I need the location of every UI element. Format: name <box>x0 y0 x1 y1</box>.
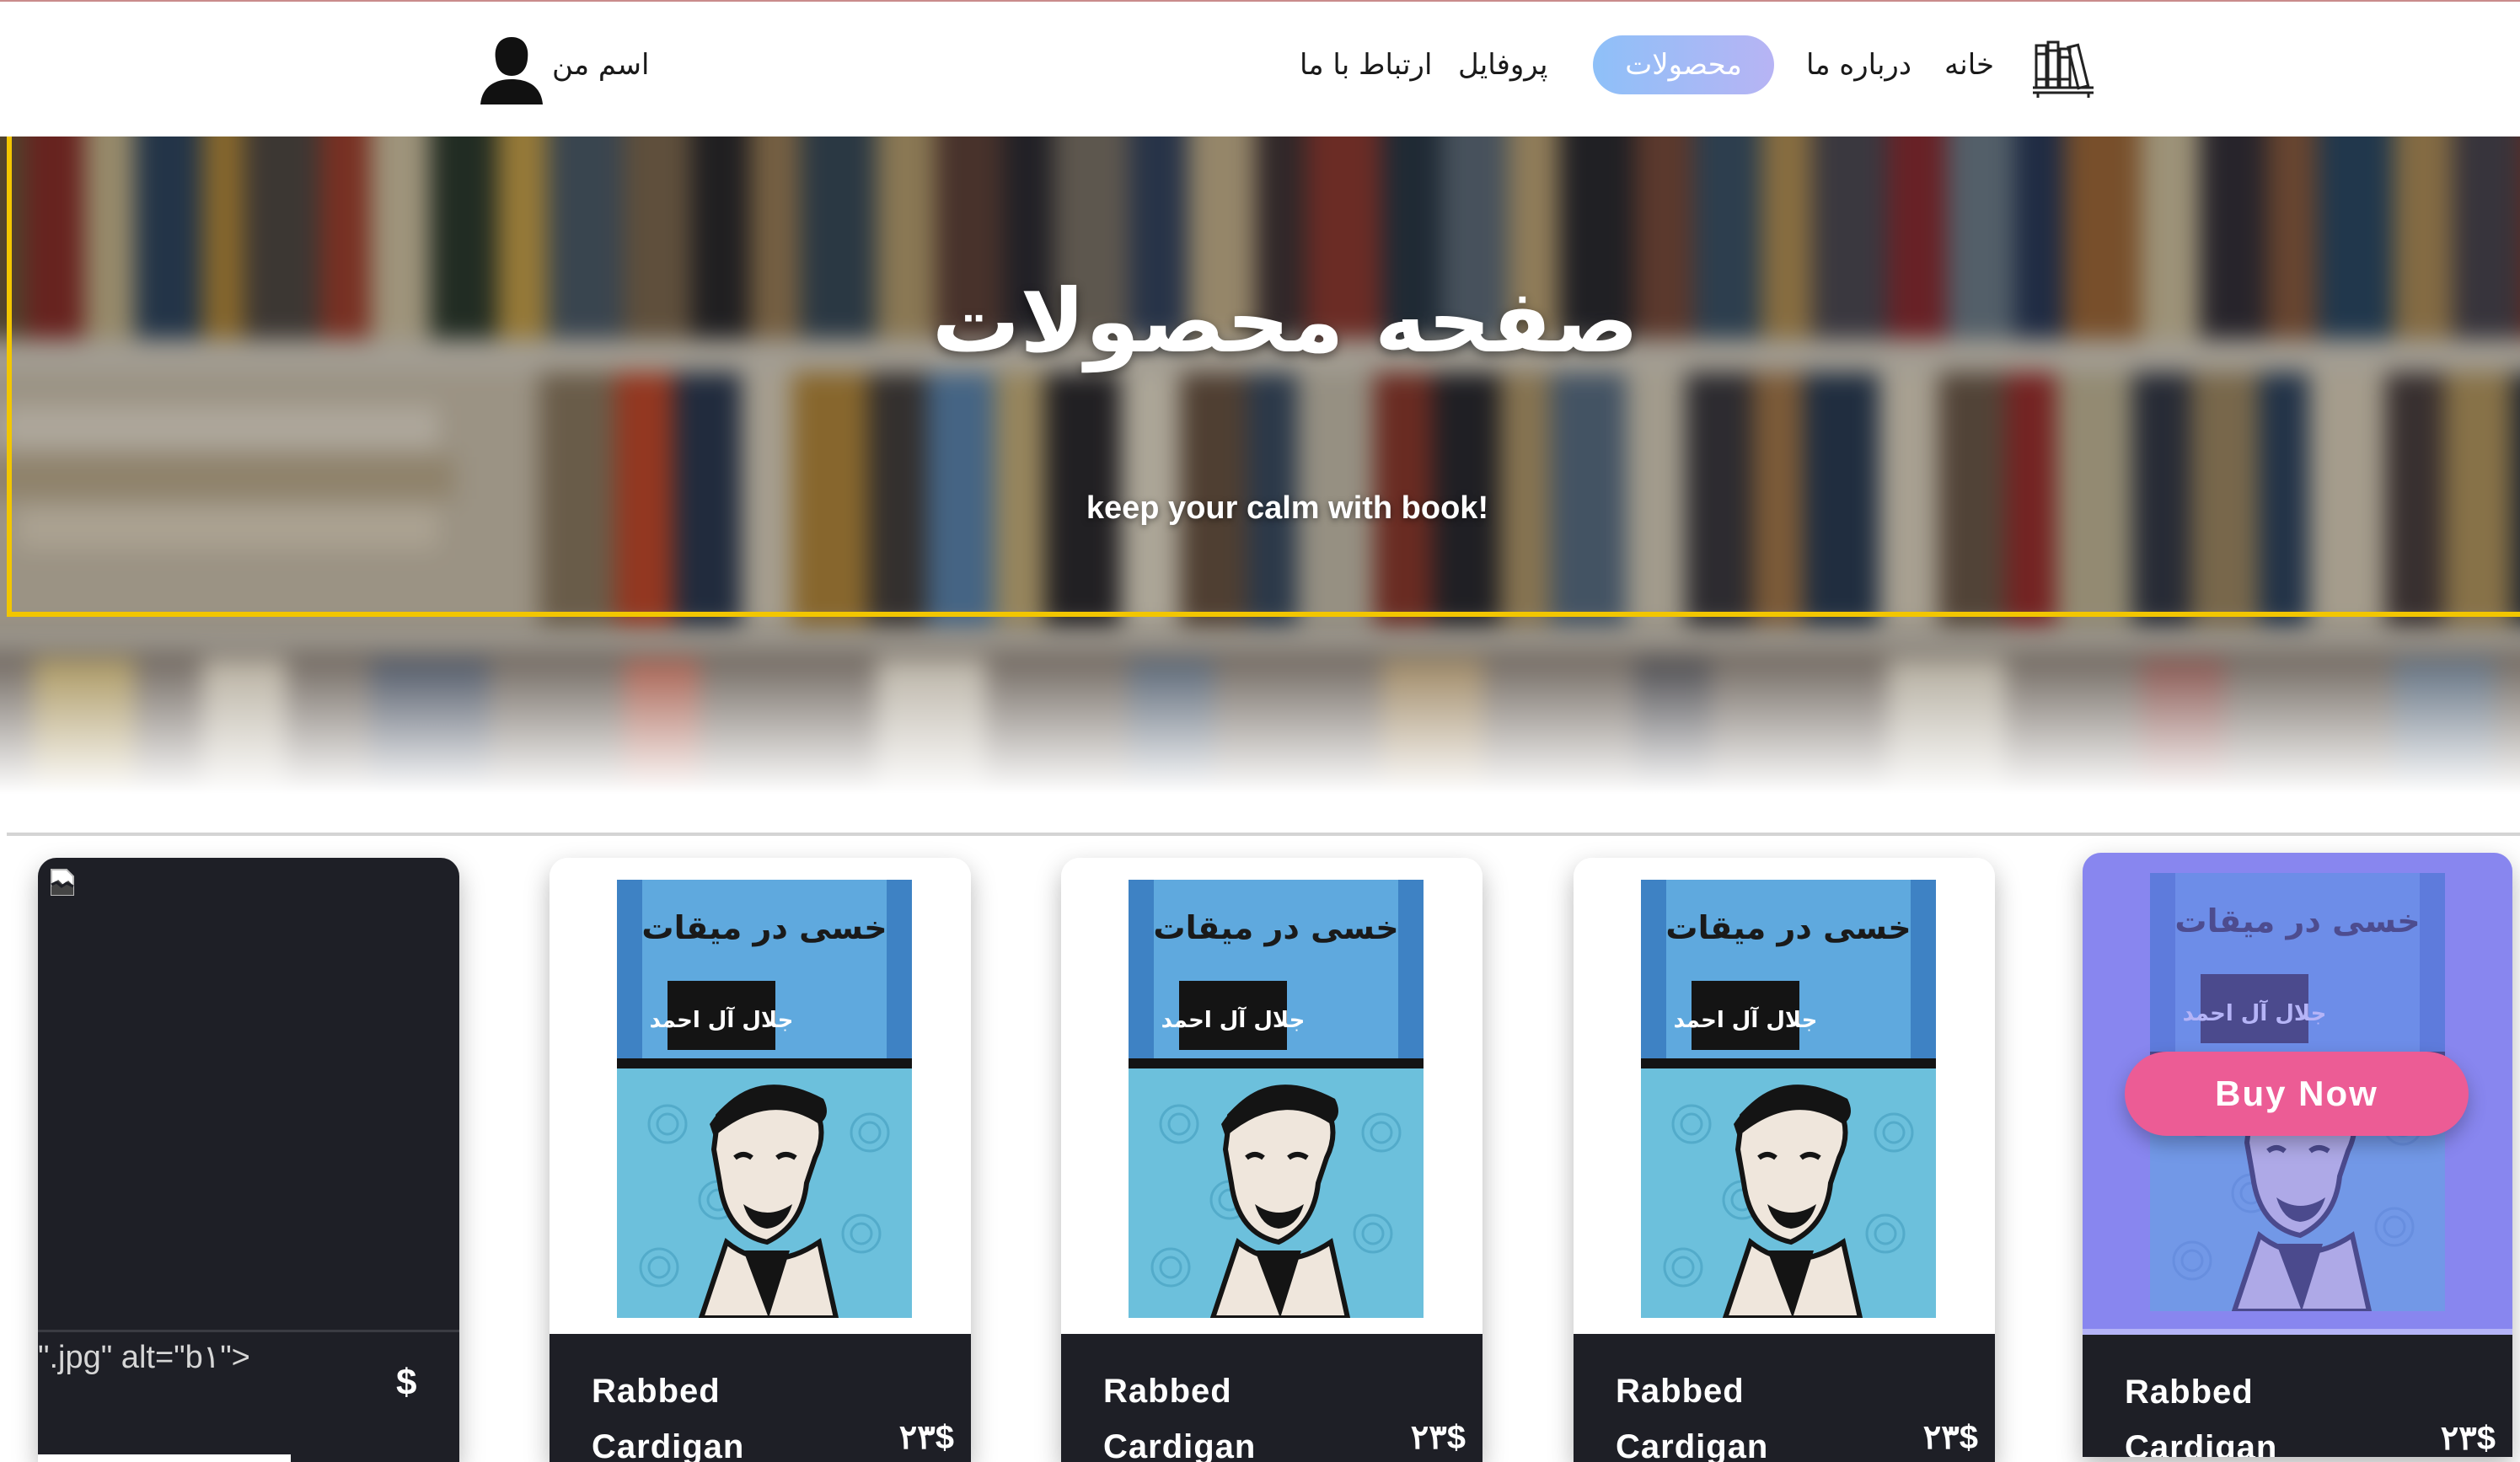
product-name: Rabbed Cardigan <box>2125 1374 2278 1457</box>
book-cover-author: جلال آل احمد <box>1161 1006 1306 1033</box>
product-image-area: خسی در میقات جلال آل احمد <box>550 858 971 1334</box>
section-divider <box>7 833 2520 836</box>
product-info: Rabbed Cardigan ٢٣$ <box>1574 1334 1995 1462</box>
page-title: صفحه محصولات <box>931 270 1639 372</box>
product-image-area: خسی در میقات جلال آل احمد <box>1574 858 1995 1334</box>
nav-products-link[interactable]: محصولات <box>1593 35 1774 94</box>
card-separator <box>38 1330 459 1332</box>
card-bottom-bar <box>38 1454 291 1462</box>
nav-home-link[interactable]: خانه <box>1944 40 1994 90</box>
product-info: Rabbed Cardigan ٢٣$ <box>1061 1334 1483 1462</box>
buy-now-button[interactable]: Buy Now <box>2125 1052 2469 1136</box>
book-cover-title: خسی در میقات <box>1665 909 1911 946</box>
product-card[interactable]: خسی در میقات جلال آل احمد Rabbed Cardiga… <box>1061 858 1483 1462</box>
product-card[interactable]: خسی در میقات جلال آل احمد Rabbed Cardiga… <box>550 858 971 1462</box>
hero-banner: صفحه محصولات keep your calm with book! <box>0 137 2520 794</box>
hero-subtitle: keep your calm with book! <box>1086 490 1489 526</box>
product-info: Rabbed Cardigan ٢٣$ <box>550 1334 971 1462</box>
product-price: $ <box>396 1362 417 1403</box>
nav-contact-link[interactable]: ارتباط با ما <box>1300 40 1432 90</box>
product-card-hovered[interactable]: خسی در میقات جلال آل احمد Buy Now Rabbed… <box>2083 853 2512 1457</box>
product-name: Rabbed Cardigan <box>592 1373 745 1462</box>
product-info: Rabbed Cardigan ٢٣$ <box>2083 1335 2512 1457</box>
product-price: ٢٣$ <box>898 1419 954 1456</box>
books-shelf-icon[interactable] <box>2029 34 2097 101</box>
product-image-area: خسی در میقات جلال آل احمد <box>1061 858 1483 1334</box>
broken-image-icon <box>51 869 74 896</box>
product-card[interactable]: خسی در میقات جلال آل احمد Rabbed Cardiga… <box>1574 858 1995 1462</box>
book-cover-image[interactable]: خسی در میقات جلال آل احمد <box>617 880 912 1318</box>
book-cover-title: خسی در میقات <box>1153 909 1398 946</box>
nav-profile-link[interactable]: پروفایل <box>1458 40 1547 90</box>
product-image-area: خسی در میقات جلال آل احمد Buy Now <box>2083 853 2512 1335</box>
product-card[interactable]: ".jpg" alt="b١"> $ <box>38 858 459 1462</box>
product-name: Rabbed Cardigan <box>1616 1373 1769 1462</box>
user-silhouette-icon[interactable] <box>479 34 544 104</box>
book-cover-image[interactable]: خسی در میقات جلال آل احمد <box>1641 880 1936 1318</box>
book-cover-author: جلال آل احمد <box>1674 1006 1818 1033</box>
book-cover-author: جلال آل احمد <box>650 1006 794 1033</box>
broken-image-alt-text: ".jpg" alt="b١"> <box>38 1340 250 1375</box>
nav-about-link[interactable]: درباره ما <box>1806 40 1911 90</box>
book-cover-image[interactable]: خسی در میقات جلال آل احمد <box>1129 880 1424 1318</box>
product-price: ٢٣$ <box>2440 1420 2496 1457</box>
book-cover-title: خسی در میقات <box>641 909 887 946</box>
product-price: ٢٣$ <box>1410 1419 1466 1456</box>
user-name[interactable]: اسم من <box>552 40 649 90</box>
product-name: Rabbed Cardigan <box>1103 1373 1257 1462</box>
navbar: خانه درباره ما محصولات پروفایل ارتباط با… <box>0 2 2520 137</box>
product-price: ٢٣$ <box>1922 1419 1978 1456</box>
hero-bottom-fade <box>0 625 2520 794</box>
hero-frame-border <box>7 137 2520 617</box>
